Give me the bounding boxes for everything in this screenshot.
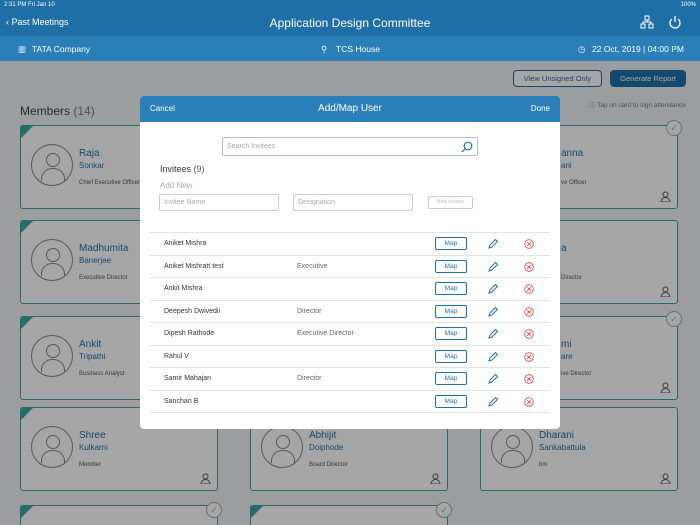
power-icon[interactable] (668, 15, 682, 29)
invitee-name: Rahul V (164, 352, 189, 360)
search-invitees-input[interactable]: Search Invitees (222, 137, 478, 156)
page-title: Application Design Committee (269, 16, 431, 30)
delete-icon[interactable] (524, 306, 534, 317)
invitee-name: Aniket Mishra (164, 240, 207, 247)
done-button[interactable]: Done (531, 104, 550, 113)
invitee-row: Sanchari B Map (150, 389, 550, 412)
modal-header: Cancel Add/Map User Done (140, 96, 560, 122)
top-nav-bar: ‹ Past Meetings Application Design Commi… (0, 10, 700, 36)
delete-icon[interactable] (524, 284, 534, 294)
search-icon[interactable] (461, 141, 473, 153)
invitee-name-field[interactable]: Invitee Name (159, 194, 279, 211)
invitee-row-partial (150, 412, 550, 417)
edit-pencil-icon[interactable] (487, 238, 499, 250)
delete-icon[interactable] (524, 396, 534, 407)
status-bar: 2:31 PM Fri Jan 10 100% (0, 0, 700, 10)
map-button[interactable]: Map (435, 349, 467, 363)
modal-title: Add/Map User (318, 103, 382, 114)
edit-pencil-icon[interactable] (487, 373, 499, 385)
map-button[interactable]: Map (435, 327, 467, 340)
invitees-count: (9) (193, 164, 205, 174)
invitee-name: Aniket Mishratt test (164, 262, 224, 270)
status-time: 2:31 PM Fri Jan 10 (4, 2, 55, 8)
edit-pencil-icon[interactable] (487, 351, 499, 363)
map-button[interactable]: Map (435, 372, 467, 385)
building-icon: ▥ (18, 44, 27, 54)
invitees-label: Invitees (160, 164, 192, 174)
delete-icon[interactable] (524, 329, 534, 339)
invitee-row: Ankit Mishra Map (150, 277, 550, 299)
edit-pencil-icon[interactable] (487, 396, 499, 408)
clock-icon: ◷ (578, 44, 586, 54)
location-pin-icon: ⚲ (321, 44, 328, 54)
add-new-label: Add New (160, 181, 193, 190)
invitee-row: Aniket Mishratt test Executive Map (150, 254, 550, 277)
invitee-name: Sanchari B (164, 397, 199, 405)
invitee-designation: Executive Director (297, 330, 354, 337)
invitee-row: Rahul V Map (150, 344, 550, 367)
map-button[interactable]: Map (435, 394, 467, 408)
invitee-name: Ankit Mishra (164, 285, 203, 292)
meeting-info-bar: ▥ TATA Company ⚲ TCS House ◷ 22 Oct, 201… (0, 36, 700, 61)
invitee-designation: Executive (297, 262, 328, 270)
invitee-name: Deepesh Dwivedii (164, 307, 221, 315)
invitee-row: Deepesh Dwivedii Director Map (150, 299, 550, 322)
delete-icon[interactable] (524, 261, 534, 272)
location-name: TCS House (336, 44, 380, 54)
company-name: TATA Company (32, 44, 91, 54)
designation-field[interactable]: Designation (293, 194, 413, 211)
invitee-row: Dipesh Rathode Executive Director Map (150, 322, 550, 344)
edit-pencil-icon[interactable] (487, 306, 499, 318)
battery-level: 100% (680, 2, 696, 8)
delete-icon[interactable] (524, 351, 534, 362)
invitee-name: Samir Mahajan (164, 375, 212, 382)
add-map-user-modal: Cancel Add/Map User Done Search Invitees… (140, 96, 560, 429)
invitee-row: Aniket Mishra Map (150, 232, 550, 254)
org-chart-icon[interactable] (640, 15, 654, 29)
invitee-row: Samir Mahajan Director Map (150, 367, 550, 389)
edit-pencil-icon[interactable] (487, 283, 499, 295)
add-invitee-button[interactable]: Add Invitee (428, 196, 473, 209)
map-button[interactable]: Map (435, 259, 467, 273)
meeting-datetime: 22 Oct, 2019 | 04:00 PM (592, 44, 684, 54)
edit-pencil-icon[interactable] (487, 328, 499, 340)
delete-icon[interactable] (524, 374, 534, 384)
invitee-list[interactable]: Aniket Mishra Map Aniket Mishratt test Exec… (150, 232, 550, 417)
invitee-designation: Director (297, 307, 322, 315)
invitees-heading: Invitees (9) (160, 164, 205, 174)
map-button[interactable]: Map (435, 237, 467, 250)
invitee-designation: Director (297, 375, 322, 382)
search-placeholder: Search Invitees (227, 143, 276, 150)
invitee-name: Dipesh Rathode (164, 330, 215, 337)
edit-pencil-icon[interactable] (487, 261, 499, 273)
map-button[interactable]: Map (435, 282, 467, 295)
delete-icon[interactable] (524, 239, 534, 249)
map-button[interactable]: Map (435, 304, 467, 318)
